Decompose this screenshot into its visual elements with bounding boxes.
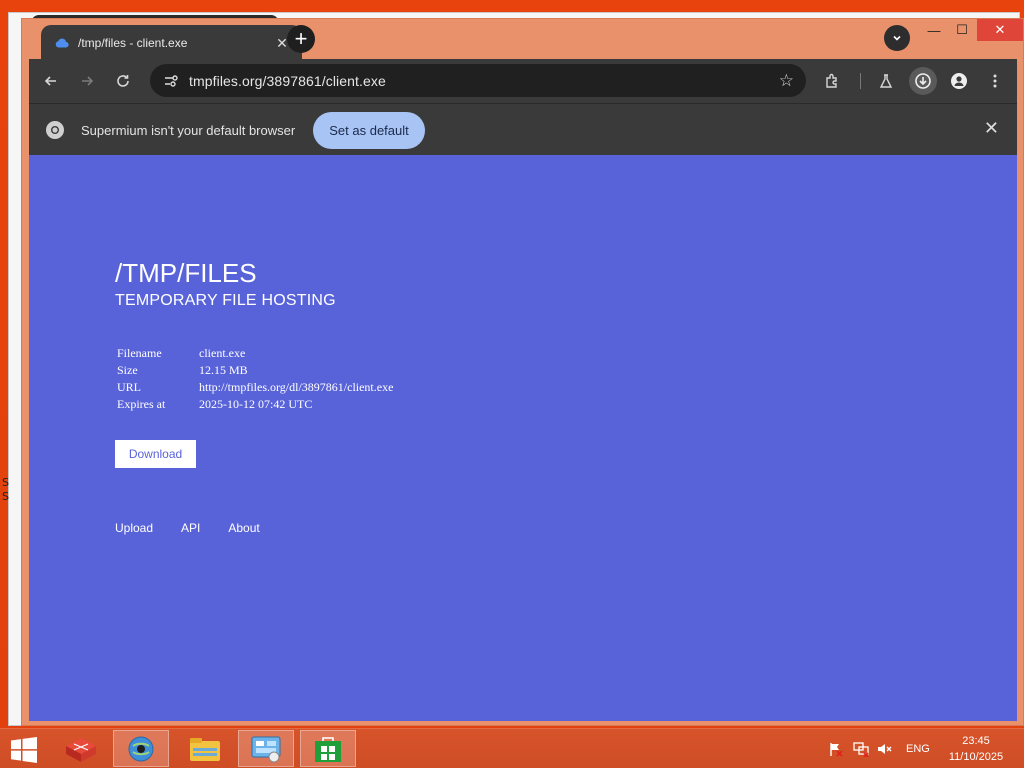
page-content: /TMP/FILES TEMPORARY FILE HOSTING Filena… <box>29 155 1017 721</box>
file-info-key: Expires at <box>117 397 166 411</box>
file-info-value: 2025-10-12 07:42 UTC <box>199 397 313 411</box>
toolbar-divider <box>860 73 861 89</box>
tray-network-icon[interactable] <box>852 729 870 768</box>
infobar-message: Supermium isn't your default browser <box>81 123 296 138</box>
taskbar-app-store[interactable] <box>300 730 356 767</box>
back-button[interactable] <box>37 67 65 95</box>
footer-nav: Upload API About <box>115 521 288 535</box>
puzzle-icon <box>826 73 837 88</box>
table-row: Expires at 2025-10-12 07:42 UTC <box>115 397 393 414</box>
address-bar[interactable]: tmpfiles.org/3897861/client.exe ☆ <box>150 64 806 97</box>
page-subtitle: TEMPORARY FILE HOSTING <box>115 292 336 309</box>
footer-link-api[interactable]: API <box>181 521 200 535</box>
reload-button[interactable] <box>109 67 137 95</box>
minimize-icon: — <box>927 22 941 38</box>
desktop-edge-text-2: S <box>2 490 9 503</box>
control-panel-icon <box>251 736 281 762</box>
tray-language[interactable]: ENG <box>906 729 930 768</box>
tray-volume-muted-icon[interactable] <box>876 729 892 768</box>
profile-button[interactable] <box>945 67 973 95</box>
tab-search-button[interactable] <box>884 25 910 51</box>
chevron-down-icon <box>893 35 901 41</box>
file-info-key: URL <box>117 380 141 394</box>
taskbar-app-control-panel[interactable] <box>238 730 294 767</box>
more-vertical-icon <box>993 74 997 88</box>
file-info-key: Filename <box>117 346 162 360</box>
plus-icon: + <box>294 26 308 51</box>
file-info-value: 12.15 MB <box>199 363 248 377</box>
close-icon: ✕ <box>994 22 1006 37</box>
table-row: Filename client.exe <box>115 346 393 363</box>
footer-link-upload[interactable]: Upload <box>115 521 153 535</box>
address-bar-url: tmpfiles.org/3897861/client.exe <box>189 72 386 89</box>
labs-button[interactable] <box>872 67 900 95</box>
downloads-button[interactable] <box>909 67 937 95</box>
download-button[interactable]: Download <box>115 440 196 468</box>
tab-active[interactable]: /tmp/files - client.exe ✕ <box>41 25 302 61</box>
clock-time: 23:45 <box>962 735 990 747</box>
page-title: /TMP/FILES <box>115 258 257 288</box>
desktop-edge-text-1: S <box>2 476 9 489</box>
file-info-value[interactable]: http://tmpfiles.org/dl/3897861/client.ex… <box>197 380 393 397</box>
tray-action-center-icon[interactable] <box>828 729 844 768</box>
avatar-icon <box>951 73 967 89</box>
default-browser-infobar: Supermium isn't your default browser Set… <box>29 103 1017 155</box>
taskbar-app-1[interactable] <box>53 730 109 767</box>
taskbar-app-explorer[interactable] <box>177 730 233 767</box>
site-info-icon[interactable] <box>162 72 180 90</box>
file-info-value: client.exe <box>199 346 246 360</box>
footer-link-about[interactable]: About <box>228 521 259 535</box>
table-row: Size 12.15 MB <box>115 363 393 380</box>
clock-date: 11/10/2025 <box>948 751 1004 763</box>
bookmark-star-icon[interactable]: ☆ <box>779 71 794 91</box>
windows-start-icon[interactable] <box>10 737 38 763</box>
table-row: URL http://tmpfiles.org/dl/3897861/clien… <box>115 380 393 397</box>
maximize-icon: ☐ <box>956 22 968 37</box>
browser-window: /tmp/files - client.exe ✕ + — ☐ ✕ tmpfil… <box>21 18 1024 726</box>
tab-title: /tmp/files - client.exe <box>78 36 188 50</box>
infobar-close-icon[interactable]: ✕ <box>984 118 999 139</box>
download-icon <box>915 73 931 89</box>
taskbar: ENG 23:45 11/10/2025 <box>0 728 1024 768</box>
file-info-key: Size <box>117 363 138 377</box>
set-as-default-button[interactable]: Set as default <box>313 112 425 149</box>
forward-button[interactable] <box>73 67 101 95</box>
flask-icon <box>879 74 893 88</box>
extensions-button[interactable] <box>819 67 847 95</box>
reload-icon <box>117 75 129 87</box>
chromium-logo-icon <box>46 121 64 139</box>
menu-button[interactable] <box>981 67 1009 95</box>
arrow-right-icon <box>82 76 94 86</box>
minimize-button[interactable]: — <box>922 19 946 41</box>
file-info-table: Filename client.exe Size 12.15 MB URL ht… <box>115 346 393 414</box>
globe-browser-icon <box>128 736 154 761</box>
taskbar-clock[interactable]: 23:45 11/10/2025 <box>944 733 1008 765</box>
new-tab-button[interactable]: + <box>287 25 315 53</box>
arrow-left-icon <box>44 76 56 86</box>
cloud-favicon-icon <box>55 36 69 50</box>
store-bag-icon <box>315 736 341 762</box>
app-cube-icon <box>66 737 96 762</box>
close-window-button[interactable]: ✕ <box>977 19 1023 41</box>
tab-strip: /tmp/files - client.exe ✕ + — ☐ ✕ <box>22 19 1023 61</box>
taskbar-app-browser[interactable] <box>113 730 169 767</box>
folder-icon <box>190 737 220 761</box>
maximize-button[interactable]: ☐ <box>950 19 974 41</box>
browser-toolbar: tmpfiles.org/3897861/client.exe ☆ <box>29 59 1017 103</box>
